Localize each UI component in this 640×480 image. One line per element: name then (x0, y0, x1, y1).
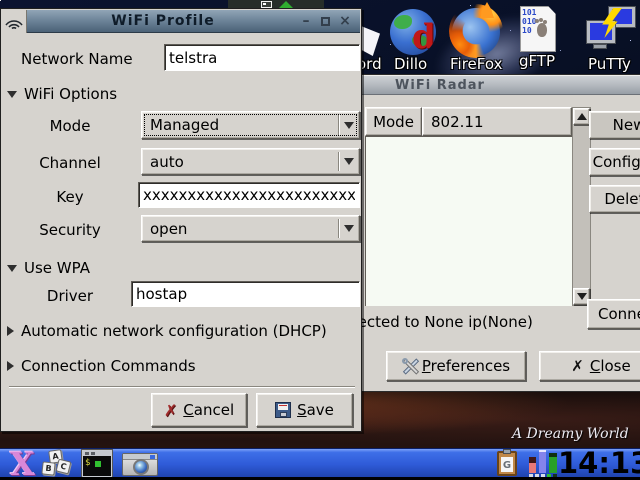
minimize-button[interactable]: – (299, 14, 313, 28)
taskbar: X A B C $ G 14:13 (0, 448, 640, 477)
putty-icon[interactable] (586, 6, 636, 54)
key-label: Key (17, 188, 123, 206)
window-menu-button[interactable] (2, 10, 27, 33)
network-name-label: Network Name (21, 50, 133, 68)
system-monitor-widget[interactable] (528, 450, 560, 477)
wifi-profile-dialog: WiFi Profile – × Network Name WiFi Optio… (0, 8, 362, 432)
column-header-mode[interactable]: Mode (365, 107, 422, 136)
mode-combobox[interactable]: Managed (141, 111, 360, 139)
gftp-icon-label[interactable]: gFTP (519, 52, 555, 70)
floppy-disk-icon (275, 402, 291, 418)
configure-button[interactable]: Configure (589, 148, 640, 176)
preferences-button[interactable]: Preferences (386, 351, 526, 381)
dialog-title: WiFi Profile (27, 13, 299, 29)
radar-title-text: WiFi Radar (395, 78, 485, 93)
keyboard-launcher[interactable]: A B C (42, 450, 74, 478)
clipboard-tray-icon[interactable]: G (497, 451, 517, 476)
combo-arrow-icon (344, 158, 354, 165)
keycap-icon: C (56, 459, 72, 475)
channel-label: Channel (17, 154, 123, 172)
new-button[interactable]: New (589, 111, 640, 139)
monitor-bar-blue (539, 450, 546, 473)
camera-lens-icon (133, 459, 149, 475)
gftp-icon[interactable]: 10101010 (520, 6, 556, 52)
cancel-button[interactable]: ✗ Cancel (151, 393, 247, 427)
star-field (0, 0, 1, 1)
button-separator (9, 386, 355, 388)
firefox-icon-label[interactable]: FireFox (450, 55, 502, 73)
expander-closed-icon (7, 326, 14, 336)
scroll-up-button[interactable] (573, 108, 590, 125)
cancel-x-icon: ✗ (164, 401, 177, 420)
driver-input[interactable] (131, 281, 360, 307)
maximize-button[interactable] (321, 17, 330, 26)
dillo-icon[interactable]: d (390, 9, 436, 55)
firefox-icon[interactable] (452, 8, 500, 56)
expander-open-icon (7, 265, 17, 272)
use-wpa-expander[interactable]: Use WPA (7, 259, 90, 277)
tiny-window-icon (261, 1, 272, 8)
close-window-button[interactable]: × (338, 14, 352, 28)
network-list[interactable] (365, 136, 572, 306)
monitor-bar-red (529, 457, 536, 473)
wifi-signal-icon (4, 15, 24, 29)
tools-icon (402, 358, 419, 375)
close-x-icon: ✗ (571, 357, 584, 375)
x11-menu-button[interactable]: X (10, 445, 35, 480)
combo-arrow-icon (344, 225, 354, 232)
save-button[interactable]: Save (256, 393, 353, 427)
driver-label: Driver (17, 287, 123, 305)
dialog-title-bar[interactable]: WiFi Profile – × (2, 10, 360, 33)
dhcp-expander[interactable]: Automatic network configuration (DHCP) (7, 322, 327, 340)
key-input[interactable] (138, 182, 360, 208)
expander-closed-icon (7, 361, 14, 371)
keycap-icon: B (41, 461, 55, 475)
mode-label: Mode (17, 117, 123, 135)
dillo-icon-label[interactable]: Dillo (394, 55, 427, 73)
close-button[interactable]: ✗ Close (539, 351, 640, 381)
monitor-bar-green (549, 453, 557, 473)
arrow-down-icon (577, 293, 587, 300)
column-header-type[interactable]: 802.11 (422, 107, 572, 136)
screenshot-launcher[interactable] (122, 453, 158, 476)
security-label: Security (17, 221, 123, 239)
network-name-input[interactable] (164, 44, 360, 71)
delete-button[interactable]: Delete (589, 185, 640, 213)
taskbar-clock[interactable]: 14:13 (558, 446, 640, 480)
connection-status-text: Connected to None ip(None) (319, 313, 640, 331)
combo-arrow-icon (344, 122, 354, 129)
connection-commands-expander[interactable]: Connection Commands (7, 357, 196, 375)
wifi-options-expander[interactable]: WiFi Options (7, 85, 117, 103)
security-combobox[interactable]: open (141, 215, 360, 242)
arrow-up-icon (577, 113, 587, 120)
terminal-launcher[interactable]: $ (82, 450, 112, 477)
dillo-globe: d (390, 9, 436, 55)
wallpaper-caption: A Dreamy World (512, 426, 638, 442)
channel-combobox[interactable]: auto (141, 148, 360, 175)
desktop: { "desktop": { "wallpaper_text": "A Drea… (0, 0, 640, 480)
putty-icon-label[interactable]: PuTTy (588, 55, 631, 73)
expander-open-icon (7, 91, 17, 98)
dollar-prompt-icon: $ (85, 458, 90, 468)
